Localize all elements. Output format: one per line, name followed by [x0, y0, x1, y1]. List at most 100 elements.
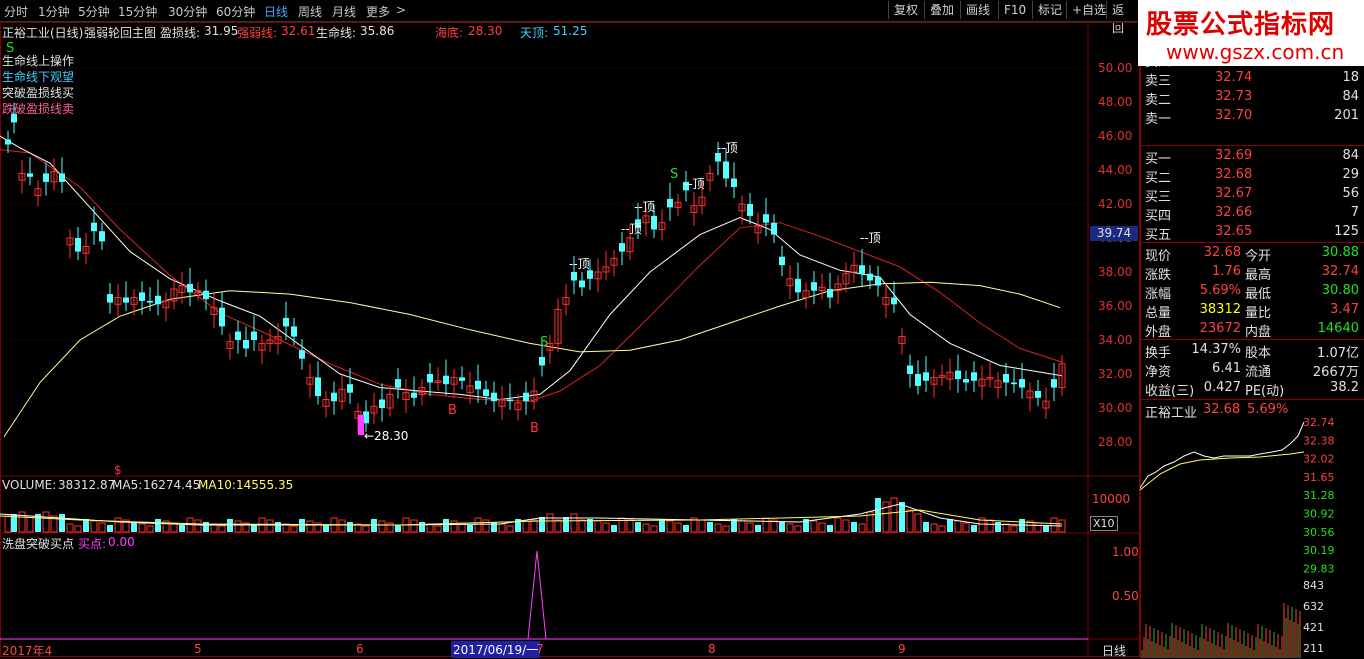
stat-label: 今开 — [1245, 249, 1272, 264]
volume-bar — [890, 497, 898, 533]
overlay-button[interactable]: 叠加 — [924, 1, 959, 19]
volume-bar — [530, 519, 538, 533]
period-60min[interactable]: 60分钟 — [216, 3, 255, 20]
bid-volume: 29 — [1342, 167, 1359, 182]
price-axis-label: 50.00 — [1098, 61, 1132, 75]
period-15min[interactable]: 15分钟 — [118, 3, 157, 20]
candle-down — [427, 374, 433, 383]
ask-price: 32.70 — [1215, 108, 1253, 123]
period-1min[interactable]: 1分钟 — [38, 3, 70, 20]
period-indicator[interactable]: 日线 — [1102, 642, 1126, 659]
period-30min[interactable]: 30分钟 — [168, 3, 207, 20]
top-mark: --顶 — [684, 177, 705, 191]
candle-down — [75, 238, 81, 252]
volume-bar — [434, 525, 442, 533]
volume-bar — [954, 520, 962, 533]
ask-price: 32.73 — [1215, 89, 1253, 104]
bid-price: 32.69 — [1215, 148, 1253, 163]
volume-bar — [659, 519, 665, 532]
volume-bar — [203, 522, 209, 532]
mini-intraday-chart[interactable]: 32.74 32.38 32.02 31.65 31.28 30.92 30.56 30.19… — [1140, 400, 1364, 658]
candle-down — [731, 178, 737, 187]
candle-down — [1051, 379, 1057, 388]
volume-bar — [914, 513, 922, 533]
ma5-label: MA5: — [112, 478, 143, 492]
candle-down — [203, 290, 209, 300]
ask-row: 卖三 32.74 18 — [1143, 69, 1363, 89]
draw-line-button[interactable]: 画线 — [960, 1, 995, 19]
candle-down — [955, 370, 961, 380]
more-arrow-icon[interactable]: > — [396, 3, 406, 17]
price-axis-label: 38.00 — [1098, 265, 1132, 279]
top-mark: --顶 — [717, 141, 738, 155]
volume-bar — [1010, 525, 1018, 533]
volume-bar — [762, 517, 770, 533]
stat-value: 30.88 — [1321, 245, 1359, 260]
volume-bar — [338, 519, 346, 533]
volume-bar — [635, 522, 641, 532]
period-toolbar: 分时 1分钟 5分钟 15分钟 30分钟 60分钟 日线 周线 月线 更多 > … — [0, 0, 1140, 35]
mark-button[interactable]: 标记 — [1032, 1, 1067, 19]
volume-bar — [74, 525, 82, 533]
fund-row: 收益(三) 0.427 PE(动) 38.2 — [1143, 379, 1363, 399]
site-watermark: 股票公式指标网 www.gszx.com.cn — [1138, 0, 1364, 66]
volume-bar — [1002, 523, 1010, 533]
sub-indicator-name: 洗盘突破买点 — [2, 537, 75, 551]
fund-label: PE(动) — [1245, 384, 1285, 399]
volume-bar — [4, 515, 12, 533]
candle-down — [971, 372, 977, 381]
volume-bar — [642, 523, 650, 533]
volume-bar — [66, 523, 74, 533]
candle-down — [747, 204, 753, 216]
fund-label: 换手 — [1145, 346, 1172, 361]
candle-down — [91, 222, 97, 232]
candle-down — [291, 326, 297, 337]
mini-axis-label: 32.02 — [1303, 453, 1335, 466]
buy-point-label: 买点: — [78, 537, 107, 551]
bid-price: 32.68 — [1215, 167, 1253, 182]
volume-bar — [482, 519, 490, 533]
volume-bar — [683, 525, 689, 532]
volume-bar — [858, 523, 866, 533]
candle-down — [459, 377, 465, 381]
stat-label: 量比 — [1245, 306, 1272, 321]
fund-label: 股本 — [1245, 346, 1272, 361]
period-monthly[interactable]: 月线 — [332, 3, 356, 20]
orderbook-separator — [1141, 145, 1364, 146]
cursor-price-box: 39.74 — [1090, 226, 1138, 241]
volume-bar — [114, 517, 122, 533]
period-5min[interactable]: 5分钟 — [78, 3, 110, 20]
volume-bar — [546, 513, 554, 533]
strong-line — [0, 149, 1063, 402]
volume-bar — [347, 522, 353, 532]
f10-button[interactable]: F10 — [998, 1, 1031, 19]
candle-down — [507, 399, 513, 402]
bid-price: 32.67 — [1215, 186, 1253, 201]
ma5-value: 16274.45 — [143, 478, 201, 492]
mini-axis-label: 32.38 — [1303, 434, 1335, 447]
volume-bar — [851, 522, 857, 532]
buy-mark: B — [448, 403, 457, 418]
top-mark: --顶 — [621, 222, 642, 236]
ask-volume: 18 — [1342, 70, 1359, 85]
adjust-button[interactable]: 复权 — [888, 1, 923, 19]
candle-down — [1035, 391, 1041, 398]
stat-row: 涨幅 5.69% 最低 30.80 — [1143, 282, 1363, 302]
period-daily[interactable]: 日线 — [264, 3, 288, 20]
volume-bar — [42, 511, 50, 533]
candle-down — [59, 173, 65, 182]
back-button[interactable]: 返回 — [1106, 1, 1140, 35]
period-timeline[interactable]: 分时 — [4, 3, 28, 20]
volume-bar — [26, 515, 34, 533]
candle-down — [379, 399, 385, 408]
stat-value: 14640 — [1317, 321, 1359, 336]
period-weekly[interactable]: 周线 — [298, 3, 322, 20]
period-more[interactable]: 更多 — [366, 3, 390, 20]
price-axis-label: 30.00 — [1098, 401, 1132, 415]
kline-chart-area[interactable]: 50.0048.0046.0044.0042.0040.0038.0036.00… — [0, 22, 1140, 658]
time-label-aug: 8 — [708, 642, 716, 656]
volume-bar — [722, 525, 730, 533]
add-watchlist-button[interactable]: +自选 — [1066, 1, 1111, 19]
stat-value: 32.74 — [1321, 264, 1359, 279]
candle-down — [1019, 379, 1025, 388]
